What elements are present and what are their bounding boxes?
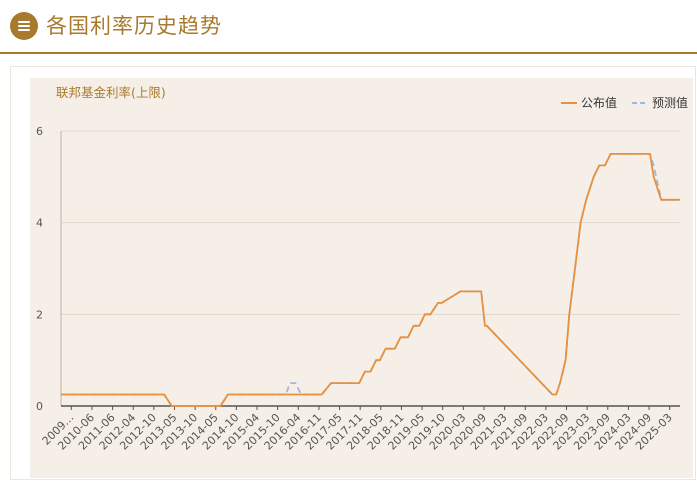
y-tick-label: 0 — [36, 400, 43, 413]
series-line-published — [61, 152, 680, 407]
legend-label-published: 公布值 — [581, 95, 617, 110]
y-tick-label: 4 — [36, 217, 43, 230]
y-tick-label: 2 — [36, 308, 43, 321]
series-line-forecast — [61, 152, 680, 407]
rate-chart: 02462009…2010-062011-062012-042012-10201… — [36, 95, 688, 453]
y-tick-label: 6 — [36, 125, 43, 138]
legend-label-forecast: 预测值 — [652, 95, 688, 110]
